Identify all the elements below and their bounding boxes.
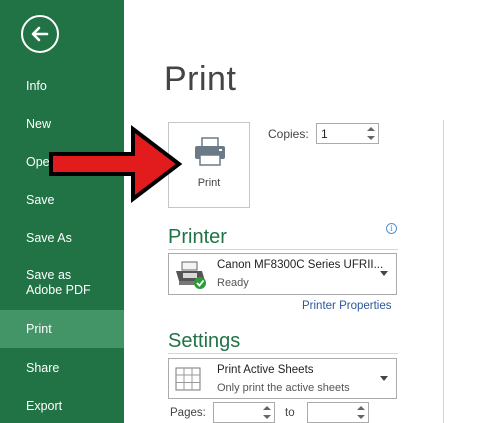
print-what-title: Print Active Sheets: [217, 364, 314, 376]
spin-down-icon[interactable]: [357, 415, 365, 419]
copies-spinner[interactable]: [364, 124, 378, 143]
copies-label: Copies:: [268, 127, 309, 141]
printer-name: Canon MF8300C Series UFRII...: [217, 259, 384, 271]
sheet-grid-icon: [175, 367, 201, 391]
spin-down-icon[interactable]: [367, 136, 375, 140]
printer-ready-icon: [176, 261, 206, 289]
preview-divider: [443, 120, 444, 423]
nav-item-info[interactable]: Info: [0, 79, 124, 94]
chevron-down-icon: [380, 376, 388, 381]
pages-to-spinner[interactable]: [354, 403, 368, 422]
nav-item-save-as-adobe-pdf[interactable]: Save as Adobe PDF: [0, 268, 110, 298]
printer-icon: [195, 137, 225, 166]
spin-up-icon[interactable]: [263, 406, 271, 410]
printer-select[interactable]: Canon MF8300C Series UFRII... Ready: [168, 253, 397, 295]
settings-section-title: Settings: [168, 330, 241, 352]
nav-item-share[interactable]: Share: [0, 361, 124, 376]
back-button[interactable]: [21, 15, 59, 53]
page-title: Print: [164, 60, 237, 98]
pages-from-stepper[interactable]: [213, 402, 275, 423]
copies-value: 1: [321, 127, 328, 141]
pages-label: Pages:: [170, 407, 206, 419]
spin-up-icon[interactable]: [357, 406, 365, 410]
chevron-down-icon: [380, 271, 388, 276]
printer-status: Ready: [217, 277, 249, 289]
settings-section-divider: [168, 353, 398, 354]
spin-down-icon[interactable]: [263, 415, 271, 419]
nav-item-export[interactable]: Export: [0, 399, 124, 414]
printer-section-title: Printer: [168, 226, 227, 248]
backstage-sidebar: Info New Ope Save Save As Save as Adobe …: [0, 0, 124, 423]
nav-item-save-as[interactable]: Save As: [0, 231, 124, 246]
printer-properties-link[interactable]: Printer Properties: [302, 300, 391, 312]
red-arrow-annotation-icon: [49, 124, 183, 204]
nav-item-print[interactable]: Print: [0, 310, 124, 348]
back-arrow-icon: [31, 26, 49, 42]
info-icon[interactable]: i: [386, 223, 397, 234]
spin-up-icon[interactable]: [367, 127, 375, 131]
pages-from-spinner[interactable]: [260, 403, 274, 422]
copies-stepper[interactable]: 1: [316, 123, 379, 144]
pages-to-stepper[interactable]: [307, 402, 369, 423]
print-what-subtitle: Only print the active sheets: [217, 382, 350, 394]
pages-to-label: to: [285, 407, 295, 419]
print-what-select[interactable]: Print Active Sheets Only print the activ…: [168, 358, 397, 399]
printer-section-divider: [168, 249, 398, 250]
